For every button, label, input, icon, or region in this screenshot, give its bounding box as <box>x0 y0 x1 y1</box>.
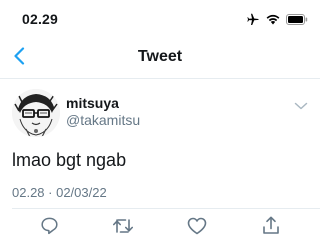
status-bar: 02.29 <box>0 0 320 38</box>
like-button[interactable] <box>185 217 209 239</box>
page-title: Tweet <box>137 48 183 65</box>
tweet-text: lmao bgt ngab <box>12 150 127 170</box>
airplane-icon <box>246 12 260 30</box>
retweet-button[interactable] <box>111 217 135 239</box>
speech-bubble-icon <box>40 216 59 240</box>
status-time: 02.29 <box>22 11 59 27</box>
reply-button[interactable] <box>37 217 61 239</box>
author-display-name[interactable]: mitsuya <box>66 95 119 111</box>
author-username[interactable]: @takamitsu <box>66 112 140 128</box>
actions-divider <box>12 208 320 209</box>
share-button[interactable] <box>259 216 283 240</box>
nav-divider <box>0 78 320 79</box>
heart-icon <box>187 217 207 240</box>
tweet-timestamp[interactable]: 02.28 · 02/03/22 <box>12 185 107 200</box>
retweet-icon <box>112 217 134 240</box>
share-icon <box>262 216 280 240</box>
action-bar <box>0 213 320 243</box>
chevron-down-icon <box>294 97 308 115</box>
nav-bar: Tweet <box>0 38 320 78</box>
wifi-icon <box>266 12 280 30</box>
battery-icon <box>286 12 308 30</box>
more-options-button[interactable] <box>292 99 310 113</box>
status-icons <box>246 12 308 30</box>
avatar[interactable] <box>12 89 60 137</box>
